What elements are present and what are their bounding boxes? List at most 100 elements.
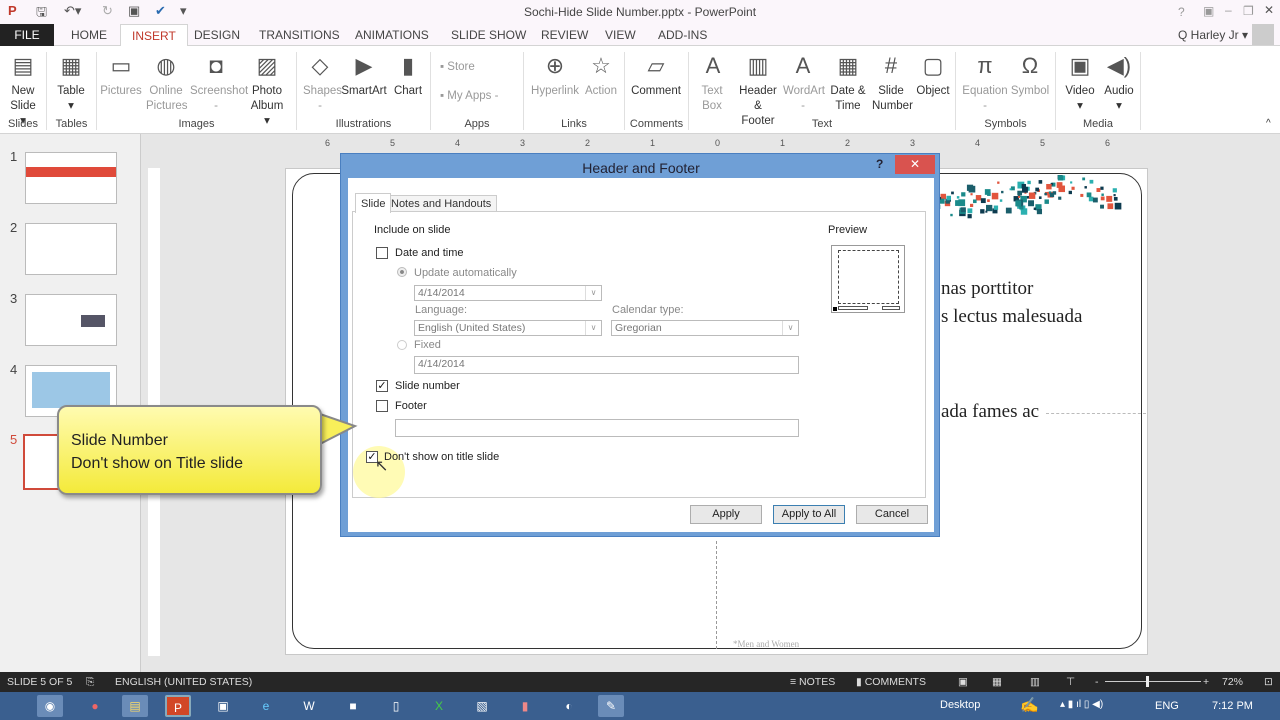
- tab-review[interactable]: REVIEW: [530, 24, 599, 46]
- slide-number-button[interactable]: # Slide Number: [872, 52, 913, 114]
- slide-thumbnail-3[interactable]: [25, 294, 117, 346]
- auto-date-select[interactable]: 4/14/2014 ∨: [414, 285, 602, 301]
- online-pictures-button[interactable]: ◍ Online Pictures: [146, 52, 188, 114]
- normal-view-icon[interactable]: ▣: [958, 676, 968, 688]
- text-box-button[interactable]: A Text Box: [698, 52, 726, 114]
- fixed-date-input[interactable]: 4/14/2014: [414, 356, 799, 374]
- reading-view-icon[interactable]: ▥: [1030, 676, 1040, 688]
- app-icon[interactable]: ◐: [556, 695, 582, 717]
- word-icon[interactable]: W: [296, 695, 322, 717]
- date-time-checkbox[interactable]: [376, 247, 388, 259]
- app-icon[interactable]: ✎: [598, 695, 624, 717]
- tab-design[interactable]: DESIGN: [183, 24, 251, 46]
- comment-button[interactable]: ▱ Comment: [628, 52, 684, 99]
- app-icon[interactable]: ▧: [469, 695, 495, 717]
- tab-add-ins[interactable]: ADD-INS: [647, 24, 718, 46]
- chart-button[interactable]: ▮ Chart: [393, 52, 423, 99]
- update-automatically-radio[interactable]: [397, 267, 407, 277]
- restore-icon[interactable]: ❐: [1243, 4, 1254, 18]
- notes-button[interactable]: ≡ NOTES: [790, 676, 835, 688]
- footer-checkbox[interactable]: [376, 400, 388, 412]
- zoom-level[interactable]: 72%: [1222, 676, 1243, 688]
- app-icon[interactable]: ▮: [512, 695, 538, 717]
- clock[interactable]: 7:12 PM: [1212, 700, 1253, 712]
- smartart-button[interactable]: ▶ SmartArt: [340, 52, 388, 99]
- zoom-in-icon[interactable]: +: [1203, 676, 1209, 688]
- close-icon[interactable]: ✕: [1264, 3, 1274, 17]
- zoom-slider-thumb[interactable]: [1146, 676, 1150, 687]
- desktop-toolbar[interactable]: Desktop: [940, 699, 980, 711]
- internet-explorer-icon[interactable]: e: [253, 695, 279, 717]
- spellcheck-icon[interactable]: ⎘: [86, 676, 94, 689]
- help-button[interactable]: ?: [876, 157, 883, 171]
- language-status[interactable]: ENGLISH (UNITED STATES): [115, 676, 252, 688]
- input-language[interactable]: ENG: [1155, 700, 1179, 712]
- slide-thumbnail-1[interactable]: [25, 152, 117, 204]
- tab-slide-show[interactable]: SLIDE SHOW: [440, 24, 537, 46]
- tab-transitions[interactable]: TRANSITIONS: [248, 24, 351, 46]
- tab-file[interactable]: FILE: [0, 24, 54, 46]
- slide-thumbnail-2[interactable]: [25, 223, 117, 275]
- shapes-button[interactable]: ◇ Shapes -: [303, 52, 342, 114]
- store-button[interactable]: ▪ Store: [440, 60, 475, 75]
- equation-button[interactable]: π Equation -: [960, 52, 1010, 114]
- tab-insert[interactable]: INSERT: [120, 24, 188, 47]
- footer-input[interactable]: [395, 419, 799, 437]
- ribbon-display-icon[interactable]: ▣: [1203, 4, 1214, 18]
- tab-view[interactable]: VIEW: [594, 24, 647, 46]
- cancel-button[interactable]: Cancel: [856, 505, 928, 524]
- pen-icon[interactable]: ✍: [1020, 696, 1039, 714]
- slide-sorter-icon[interactable]: ▦: [992, 676, 1002, 688]
- zoom-out-icon[interactable]: -: [1095, 676, 1099, 688]
- apply-to-all-button[interactable]: Apply to All: [773, 505, 845, 524]
- tab-slide[interactable]: Slide: [355, 193, 392, 213]
- action-button[interactable]: ☆ Action: [583, 52, 619, 99]
- app-icon[interactable]: ■: [340, 695, 366, 717]
- firefox-icon[interactable]: ●: [82, 695, 108, 717]
- date-time-button[interactable]: ▦ Date & Time: [826, 52, 870, 114]
- button-label: -: [801, 100, 805, 112]
- decorative-dot: [1015, 200, 1022, 207]
- comments-button[interactable]: ▮ COMMENTS: [856, 676, 926, 688]
- slideshow-view-icon[interactable]: ⊤: [1066, 676, 1075, 688]
- apply-button[interactable]: Apply: [690, 505, 762, 524]
- screenshot-button[interactable]: ◘ Screenshot -: [190, 52, 248, 114]
- object-button[interactable]: ▢ Object: [915, 52, 951, 99]
- audio-button[interactable]: ◀) Audio ▾: [1102, 52, 1136, 114]
- slide-body-text[interactable]: nas porttitor: [941, 278, 1033, 300]
- calendar-type-select[interactable]: Gregorian ∨: [611, 320, 799, 336]
- powerpoint-taskbar-icon[interactable]: P: [165, 695, 191, 717]
- app-icon[interactable]: ▣: [210, 695, 236, 717]
- tab-notes-handouts[interactable]: Notes and Handouts: [385, 195, 498, 212]
- slide-body-text[interactable]: ada fames ac: [941, 401, 1039, 423]
- hyperlink-button[interactable]: ⊕ Hyperlink: [530, 52, 580, 99]
- collapse-ribbon-icon[interactable]: ^: [1266, 118, 1271, 129]
- user-name[interactable]: Q Harley Jr ▾: [1178, 28, 1248, 42]
- chrome-icon[interactable]: ◉: [37, 695, 63, 717]
- excel-icon[interactable]: X: [426, 695, 452, 717]
- table-button[interactable]: ▦ Table ▾: [54, 52, 88, 114]
- slide-number-checkbox[interactable]: ✓: [376, 380, 388, 392]
- dialog-close-button[interactable]: ✕: [895, 155, 935, 174]
- minimize-icon[interactable]: –: [1225, 3, 1232, 17]
- help-icon[interactable]: ?: [1178, 5, 1185, 19]
- avatar[interactable]: [1252, 24, 1274, 45]
- video-button[interactable]: ▣ Video ▾: [1065, 52, 1095, 114]
- horizontal-ruler[interactable]: 6 5 4 3 2 1 0 1 2 3 4 5 6: [285, 138, 1155, 150]
- tray-icons[interactable]: ▴ ▮ ıl ▯ ◀): [1060, 699, 1103, 710]
- pictures-button[interactable]: ▭ Pictures: [100, 52, 142, 99]
- tab-animations[interactable]: ANIMATIONS: [344, 24, 440, 46]
- notepad-icon[interactable]: ▯: [383, 695, 409, 717]
- file-explorer-icon[interactable]: ▤: [122, 695, 148, 717]
- slide-footer-text[interactable]: *Men and Women: [733, 639, 799, 649]
- zoom-slider[interactable]: [1105, 676, 1201, 687]
- fit-to-window-icon[interactable]: ⊡: [1264, 676, 1273, 688]
- symbol-button[interactable]: Ω Symbol: [1010, 52, 1050, 99]
- language-select[interactable]: English (United States) ∨: [414, 320, 602, 336]
- tab-home[interactable]: HOME: [60, 24, 118, 46]
- slide-body-text[interactable]: s lectus malesuada: [941, 306, 1082, 328]
- wordart-button[interactable]: A WordArt -: [783, 52, 825, 114]
- my-apps-button[interactable]: ▪ My Apps -: [440, 89, 498, 104]
- fixed-radio[interactable]: [397, 340, 407, 350]
- user-name-text: Q Harley Jr: [1178, 28, 1239, 42]
